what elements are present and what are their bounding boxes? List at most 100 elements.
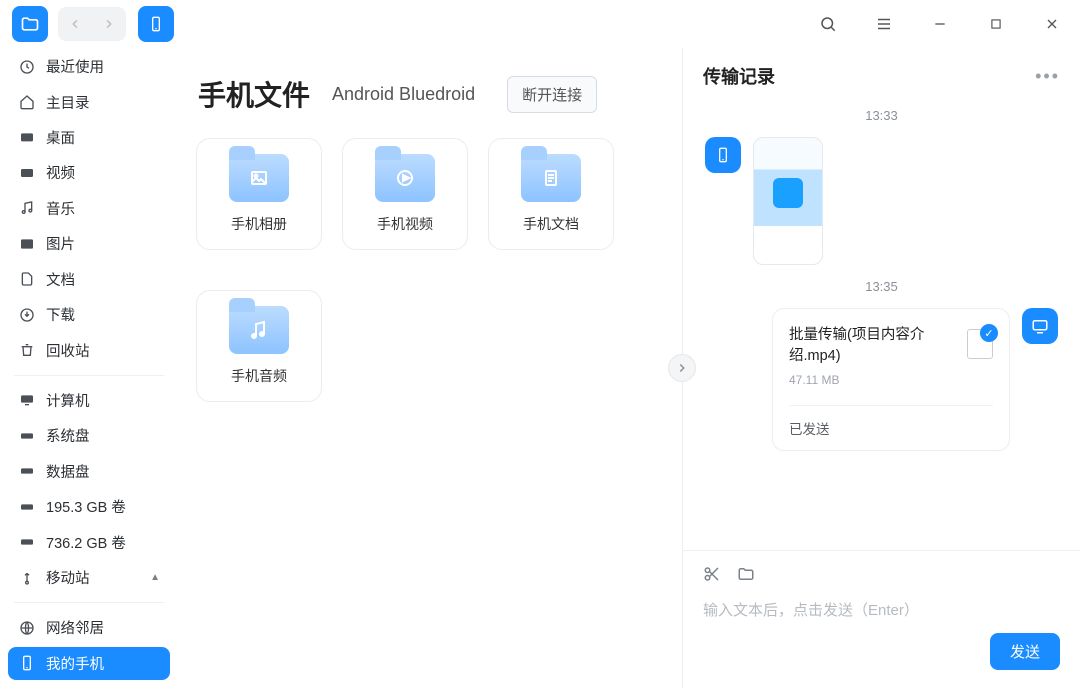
file-size: 47.11 MB [789,373,993,387]
disk-icon [18,498,36,516]
sidebar-item-sysdisk[interactable]: 系统盘 [8,419,170,452]
desktop-icon [18,129,36,147]
folder-image-icon [229,154,289,202]
minimize-button[interactable] [924,8,956,40]
disk-icon [18,427,36,445]
transfer-panel: 传输记录 ••• 13:33 13:35 批量传输(项目内容介绍.mp4) ✓ [682,48,1080,688]
sidebar-separator [14,375,164,376]
compose-tools [703,565,1060,588]
sidebar-separator [14,602,164,603]
sidebar: 最近使用 主目录 桌面 视频 音乐 图片 文档 下载 回收站 计算机 系统盘 数… [0,48,178,688]
sidebar-label: 我的手机 [46,653,104,674]
nav-back[interactable] [58,7,92,41]
sidebar-label: 计算机 [46,390,90,411]
disk-icon [18,533,36,551]
sidebar-item-download[interactable]: 下载 [8,298,170,331]
trash-icon [18,341,36,359]
sidebar-label: 桌面 [46,127,75,148]
sidebar-item-video[interactable]: 视频 [8,156,170,189]
download-icon [18,306,36,324]
file-name: 批量传输(项目内容介绍.mp4) [789,323,957,365]
sidebar-item-vol2[interactable]: 736.2 GB 卷 [8,525,170,558]
sidebar-item-image[interactable]: 图片 [8,227,170,260]
device-chip[interactable] [138,6,174,42]
folder-doc-icon [521,154,581,202]
globe-icon [18,619,36,637]
sidebar-label: 视频 [46,162,75,183]
nav-group [58,7,126,41]
titlebar [0,0,1080,48]
doc-icon [18,270,36,288]
timestamp: 13:35 [705,279,1058,294]
nav-forward[interactable] [92,7,126,41]
sidebar-label: 移动站 [46,567,90,588]
sidebar-label: 文档 [46,269,75,290]
timestamp: 13:33 [705,108,1058,123]
sidebar-item-computer[interactable]: 计算机 [8,384,170,417]
folder-icon[interactable] [737,565,755,588]
file-icon: ✓ [967,329,993,359]
image-icon [18,235,36,253]
sidebar-label: 数据盘 [46,461,90,482]
sidebar-label: 下载 [46,304,75,325]
received-thumbnail[interactable] [753,137,823,265]
tile-label: 手机文档 [523,214,579,234]
sidebar-label: 网络邻居 [46,617,104,638]
disk-icon [18,462,36,480]
tile-photos[interactable]: 手机相册 [196,138,322,250]
tile-label: 手机相册 [231,214,287,234]
sidebar-item-home[interactable]: 主目录 [8,85,170,118]
usb-icon [18,569,36,587]
tile-docs[interactable]: 手机文档 [488,138,614,250]
compose-area: 发送 [683,550,1080,688]
page-title: 手机文件 [198,74,310,114]
maximize-button[interactable] [980,8,1012,40]
chevron-up-icon: ▲ [150,572,160,583]
sidebar-label: 图片 [46,233,75,254]
tile-videos[interactable]: 手机视频 [342,138,468,250]
sidebar-item-trash[interactable]: 回收站 [8,333,170,366]
phone-avatar [705,137,741,173]
sidebar-item-doc[interactable]: 文档 [8,263,170,296]
sidebar-item-vol1[interactable]: 195.3 GB 卷 [8,490,170,523]
disconnect-button[interactable]: 断开连接 [507,76,597,113]
sidebar-label: 回收站 [46,340,90,361]
folder-audio-icon [229,306,289,354]
sent-file-card[interactable]: 批量传输(项目内容介绍.mp4) ✓ 47.11 MB 已发送 [772,308,1010,451]
tile-audio[interactable]: 手机音频 [196,290,322,402]
message-input[interactable] [703,602,1060,619]
tile-label: 手机视频 [377,214,433,234]
sidebar-label: 736.2 GB 卷 [46,532,126,553]
folder-video-icon [375,154,435,202]
device-name: Android Bluedroid [332,84,475,105]
music-icon [18,199,36,217]
sidebar-label: 195.3 GB 卷 [46,496,126,517]
phone-icon [18,654,36,672]
sidebar-item-network[interactable]: 网络邻居 [8,611,170,644]
video-icon [18,164,36,182]
main-area: 手机文件 Android Bluedroid 断开连接 手机相册 手机视频 手机… [178,48,682,688]
close-button[interactable] [1036,8,1068,40]
send-button[interactable]: 发送 [990,633,1060,670]
panel-title: 传输记录 [703,63,775,89]
sidebar-label: 主目录 [46,92,90,113]
app-icon [12,6,48,42]
clock-icon [18,58,36,76]
panel-toggle[interactable] [668,354,696,382]
scissors-icon[interactable] [703,565,721,588]
sidebar-item-datadisk[interactable]: 数据盘 [8,455,170,488]
search-button[interactable] [812,8,844,40]
menu-button[interactable] [868,8,900,40]
file-status: 已发送 [789,405,993,438]
sidebar-label: 音乐 [46,198,75,219]
sidebar-label: 系统盘 [46,425,90,446]
sidebar-item-myphone[interactable]: 我的手机 [8,647,170,680]
check-icon: ✓ [980,324,998,342]
sidebar-item-music[interactable]: 音乐 [8,192,170,225]
home-icon [18,93,36,111]
sidebar-item-recent[interactable]: 最近使用 [8,50,170,83]
tile-label: 手机音频 [231,366,287,386]
sidebar-item-desktop[interactable]: 桌面 [8,121,170,154]
panel-more-button[interactable]: ••• [1035,66,1060,87]
sidebar-item-removable[interactable]: 移动站 ▲ [8,561,170,594]
